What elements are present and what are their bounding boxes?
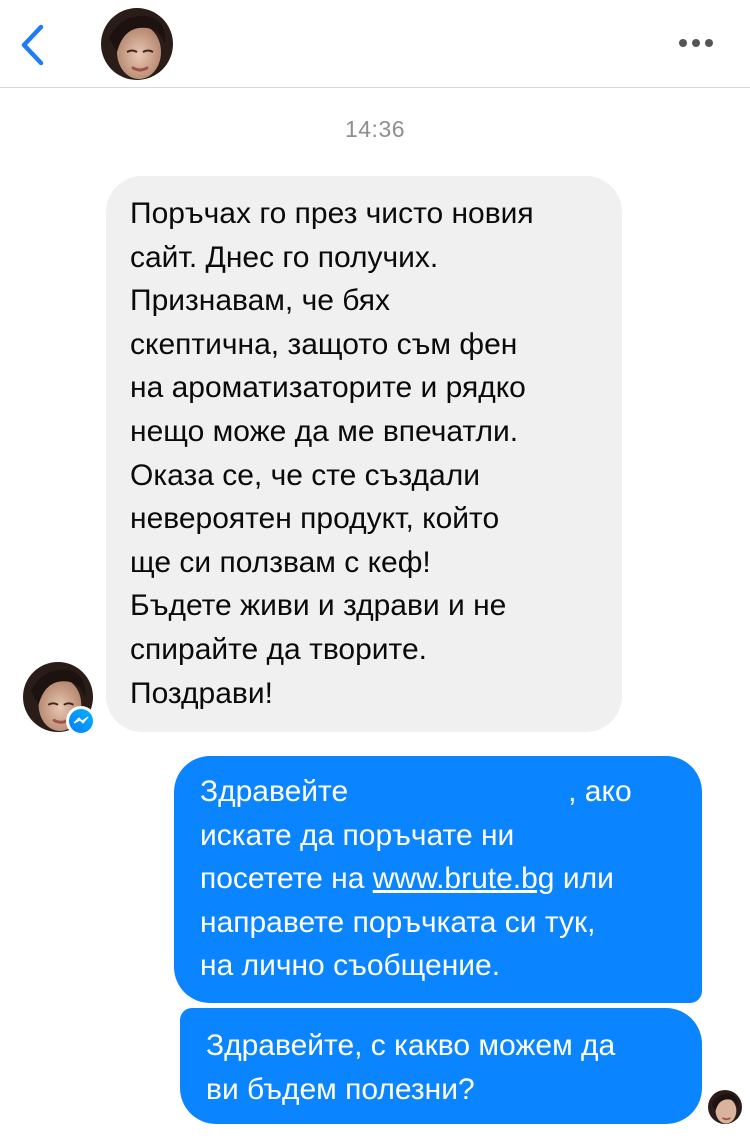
message-text: или — [554, 862, 614, 896]
messenger-icon — [69, 709, 93, 733]
more-horizontal-icon — [679, 39, 713, 47]
message-line: скептична, защото съм фен — [130, 327, 518, 361]
more-options-button[interactable] — [674, 28, 718, 58]
message-text: посетете на — [200, 862, 373, 896]
message-line: спирайте да творите. — [130, 632, 427, 666]
incoming-message-bubble[interactable]: Поръчах го през чисто новия сайт. Днес г… — [106, 176, 622, 732]
chat-header — [0, 0, 750, 88]
messenger-badge — [66, 706, 96, 736]
message-timestamp: 14:36 — [344, 116, 406, 142]
avatar-photo — [101, 8, 173, 80]
outgoing-message-bubble[interactable]: Здравейте , ако искате да поръчате ни пос… — [174, 756, 702, 1003]
message-line: Поръчах го през чисто новия — [130, 197, 534, 230]
messenger-chat-screen: 14:36 Поръчах го през чисто новия сайт. … — [0, 0, 750, 1140]
website-link[interactable]: www.brute.bg — [373, 862, 555, 895]
message-line: невероятен продукт, който — [130, 502, 500, 536]
message-line: Здравейте , ако — [200, 770, 682, 814]
read-receipt-avatar — [708, 1090, 742, 1124]
chevron-left-icon — [21, 24, 44, 66]
message-line: посетете на www.brute.bg или — [200, 857, 682, 901]
message-line: на лично съобщение. — [200, 949, 501, 983]
message-line: искате да поръчате ни — [200, 818, 515, 852]
back-button[interactable] — [8, 16, 56, 74]
message-line: Бъдете живи и здрави и не — [130, 589, 507, 623]
greeting-text: Здравейте — [200, 775, 349, 808]
message-line: нещо може да ме впечатли. — [130, 414, 519, 448]
message-line: направете поръчката си тук, — [200, 905, 596, 939]
contact-avatar[interactable] — [101, 8, 173, 80]
greeting-text-end: , ако — [568, 775, 632, 808]
message-line: Здравейте, с какво можем да — [206, 1029, 616, 1062]
message-line: ви бъдем полезни? — [206, 1072, 475, 1106]
message-line: на ароматизаторите и рядко — [130, 371, 526, 405]
message-line: сайт. Днес го получих. — [130, 240, 439, 274]
avatar-photo — [708, 1090, 742, 1124]
message-line: Признавам, че бях — [130, 284, 391, 318]
message-line: Поздрави! — [130, 676, 273, 710]
outgoing-message-bubble[interactable]: Здравейте, с какво можем да ви бъдем пол… — [180, 1008, 702, 1124]
message-line: Оказа се, че сте създали — [130, 458, 480, 492]
message-line: ще си ползвам с кеф! — [130, 545, 431, 579]
